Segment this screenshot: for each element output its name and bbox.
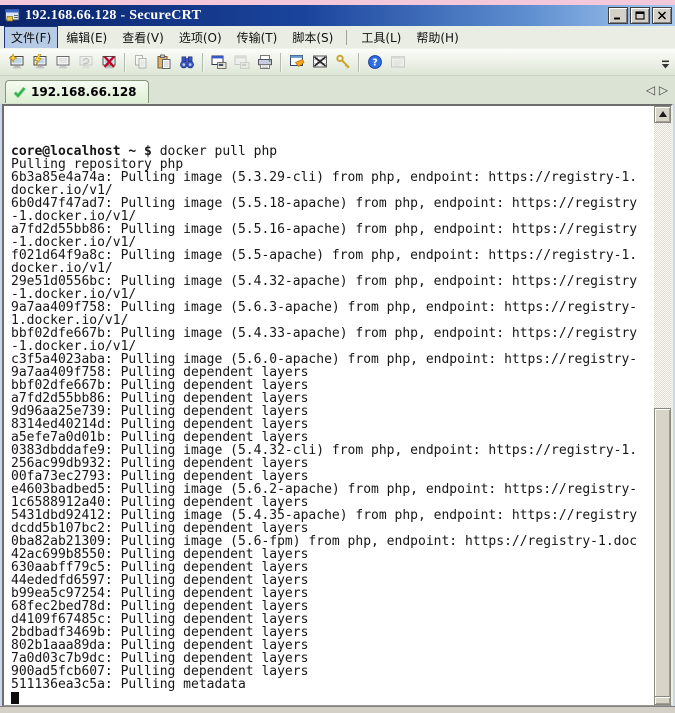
copy-icon <box>133 54 149 70</box>
menu-bar: 文件(F)编辑(E)查看(V)选项(O)传输(T)脚本(S) 工具(L)帮助(H) <box>0 26 675 48</box>
toolbar-buttons <box>5 51 409 73</box>
properties-button[interactable] <box>285 51 308 73</box>
minimize-button[interactable] <box>608 7 628 24</box>
print-button[interactable] <box>253 51 276 73</box>
menu-view[interactable]: 查看(V) <box>116 27 170 48</box>
print-icon <box>257 54 273 70</box>
app-gray-icon <box>390 54 406 70</box>
menu-options[interactable]: 选项(O) <box>173 27 228 48</box>
clone-session-button[interactable] <box>230 51 253 73</box>
scroll-tabs-left-icon[interactable]: ◁ <box>644 83 657 97</box>
connected-check-icon <box>13 86 26 98</box>
properties-icon <box>289 54 305 70</box>
terminal-area[interactable]: core@localhost ~ $ docker pull php Pulli… <box>2 104 673 707</box>
clone-session-icon <box>234 54 250 70</box>
terminal-cursor <box>11 692 19 704</box>
terminal-text: core@localhost ~ $ docker pull php Pulli… <box>4 106 654 705</box>
menu-help[interactable]: 帮助(H) <box>410 27 464 48</box>
app-window-button[interactable] <box>386 51 409 73</box>
terminal-output: Pulling repository php6b3a85e4a74a: Pull… <box>11 158 654 691</box>
reconnect-icon <box>78 54 94 70</box>
separator <box>124 53 125 72</box>
session-window-icon <box>211 54 227 70</box>
tab-bar: 192.168.66.128 ◁▷ <box>0 76 675 104</box>
securecrt-window: 192.168.66.128 - SecureCRT 文件(F)编辑(E)查看(… <box>0 5 675 713</box>
toolbar-overflow-button[interactable] <box>661 55 673 69</box>
scroll-up-button[interactable] <box>654 106 671 123</box>
overflow-icon <box>661 60 670 70</box>
terminal-line: 511136ea3c5a: Pulling metadata <box>11 678 654 691</box>
close-icon <box>657 11 667 20</box>
keymap-icon <box>312 54 328 70</box>
keymap-button[interactable] <box>308 51 331 73</box>
paste-button[interactable] <box>152 51 175 73</box>
quick-connect-icon <box>32 54 48 70</box>
reconnect-button[interactable] <box>74 51 97 73</box>
connect-button[interactable] <box>5 51 28 73</box>
close-button[interactable] <box>652 7 672 24</box>
disconnect-button[interactable] <box>97 51 120 73</box>
paste-icon <box>156 54 172 70</box>
copy-button[interactable] <box>129 51 152 73</box>
maximize-button[interactable] <box>630 7 650 24</box>
screen: { "window": { "title": "192.168.66.128 -… <box>0 0 675 713</box>
session-options-button[interactable] <box>207 51 230 73</box>
min-icon <box>613 11 623 20</box>
connect-tab-icon <box>55 54 71 70</box>
window-controls <box>608 7 672 24</box>
connect-in-tab-button[interactable] <box>51 51 74 73</box>
window-title: 192.168.66.128 - SecureCRT <box>25 5 608 26</box>
menu-edit[interactable]: 编辑(E) <box>60 27 113 48</box>
help-icon <box>367 54 383 70</box>
connect-icon <box>9 54 25 70</box>
menu-transfer[interactable]: 传输(T) <box>231 27 284 48</box>
menu-script[interactable]: 脚本(S) <box>286 27 339 48</box>
security-key-button[interactable] <box>331 51 354 73</box>
find-button[interactable] <box>175 51 198 73</box>
title-bar: 192.168.66.128 - SecureCRT <box>0 5 675 26</box>
session-tab-label: 192.168.66.128 <box>31 85 137 99</box>
find-icon <box>179 54 195 70</box>
scroll-down-button[interactable] <box>654 696 671 705</box>
tab-scroll-arrows: ◁▷ <box>644 83 670 97</box>
menu-tools[interactable]: 工具(L) <box>355 27 407 48</box>
key-icon <box>335 54 351 70</box>
quick-connect-button[interactable] <box>28 51 51 73</box>
status-strip <box>0 706 675 713</box>
scroll-tabs-right-icon[interactable]: ▷ <box>657 83 670 97</box>
session-tab[interactable]: 192.168.66.128 <box>5 80 149 103</box>
separator <box>346 30 347 45</box>
menu-file[interactable]: 文件(F) <box>5 27 57 48</box>
scrollbar-thumb[interactable] <box>654 408 671 698</box>
toolbar <box>0 48 675 76</box>
separator <box>280 53 281 72</box>
vertical-scrollbar[interactable] <box>654 106 671 705</box>
securecrt-logo-icon[interactable] <box>5 8 21 24</box>
disconnect-icon <box>101 54 117 70</box>
separator <box>358 53 359 72</box>
help-button[interactable] <box>363 51 386 73</box>
max-icon <box>635 11 645 20</box>
separator <box>202 53 203 72</box>
